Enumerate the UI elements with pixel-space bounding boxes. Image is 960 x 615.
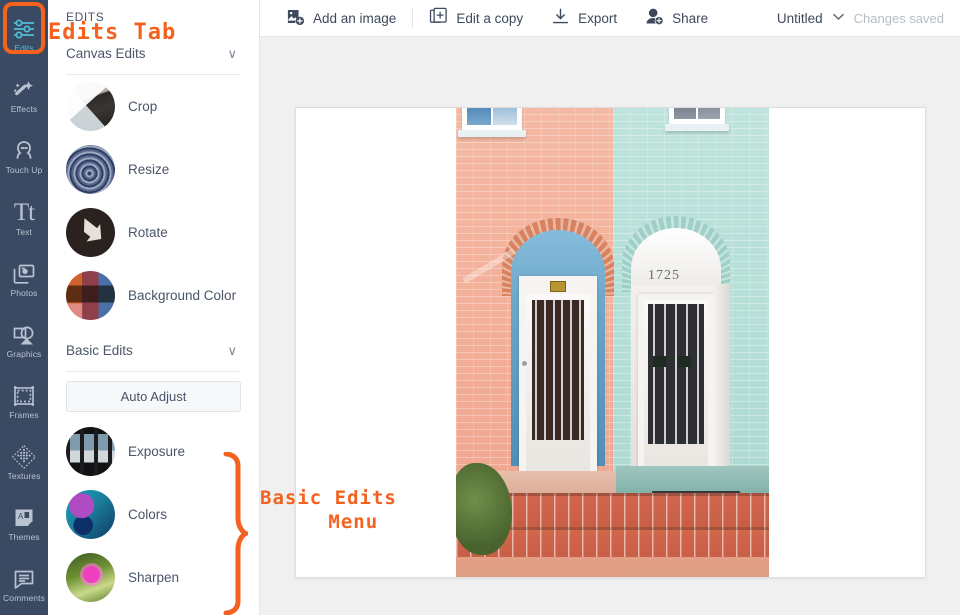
photo-door-bars-left [532, 300, 584, 440]
graphics-icon [11, 322, 37, 348]
rail-item-graphics[interactable]: Graphics [0, 309, 48, 370]
edit-label-sharpen: Sharpen [128, 570, 180, 585]
exposure-thumb [66, 427, 115, 476]
edit-label-rotate: Rotate [128, 225, 168, 240]
photo-door-glass-panel-b [678, 356, 691, 367]
photo-door-plaque-left [550, 281, 566, 292]
svg-text:A: A [18, 512, 24, 521]
edit-item-colors[interactable]: Colors [48, 483, 259, 546]
auto-adjust-button[interactable]: Auto Adjust [66, 381, 241, 412]
rail-item-textures[interactable]: Textures [0, 432, 48, 493]
resize-thumb [66, 145, 115, 194]
rail-label-effects: Effects [10, 104, 38, 115]
rail-label-frames: Frames [9, 409, 39, 420]
rail-label-photos: Photos [10, 287, 38, 298]
rail-label-comments: Comments [3, 593, 45, 604]
rail-item-comments[interactable]: Comments [0, 554, 48, 615]
crop-thumb [66, 82, 115, 131]
photo-editor-app: Edits Effects Touch Up Tt Text Photos Gr… [0, 0, 960, 615]
edit-item-background-color[interactable]: Background Color [48, 264, 259, 327]
section-header-basic-edits[interactable]: Basic Edits ∨ [48, 335, 259, 365]
rail-label-graphics: Graphics [6, 348, 42, 359]
rail-label-themes: Themes [8, 532, 40, 543]
face-icon [11, 138, 37, 164]
top-toolbar: Add an image Edit a copy Export Share Un… [260, 0, 960, 37]
photo-ground [456, 557, 769, 577]
rail-item-frames[interactable]: Frames [0, 371, 48, 432]
add-an-image-label: Add an image [313, 10, 397, 26]
text-tt-icon: Tt [13, 198, 35, 226]
sliders-icon [11, 16, 37, 42]
rail-label-edits: Edits [14, 43, 34, 54]
rotate-arrow-glyph [83, 217, 101, 242]
background-color-thumb [66, 271, 115, 320]
share-label: Share [672, 10, 709, 26]
left-tool-rail: Edits Effects Touch Up Tt Text Photos Gr… [0, 0, 48, 615]
document-title[interactable]: Untitled [777, 11, 823, 26]
copy-plus-icon [429, 7, 448, 29]
add-image-icon [286, 7, 305, 29]
share-button[interactable]: Share [631, 0, 722, 37]
rail-item-text[interactable]: Tt Text [0, 187, 48, 248]
edit-item-exposure[interactable]: Exposure [48, 420, 259, 483]
edit-label-background-color: Background Color [128, 288, 237, 303]
export-label: Export [578, 10, 618, 26]
download-icon [551, 7, 570, 29]
edit-label-exposure: Exposure [128, 444, 186, 459]
photo-door-number: 1725 [648, 268, 680, 283]
section-label-canvas-edits: Canvas Edits [66, 45, 146, 61]
photo-pillar-right [714, 284, 730, 474]
section-label-basic-edits: Basic Edits [66, 342, 133, 358]
photo-door-glass-panel-a [653, 356, 666, 367]
rail-label-textures: Textures [7, 470, 41, 481]
colors-thumb [66, 490, 115, 539]
photo-window-right [669, 108, 725, 124]
toolbar-right-group: Untitled Changes saved [777, 11, 960, 26]
chevron-down-icon: ∨ [227, 45, 237, 61]
edit-item-crop[interactable]: Crop [48, 75, 259, 138]
themes-icon: A [11, 505, 37, 531]
rotate-thumb [66, 208, 115, 257]
rail-item-photos[interactable]: Photos [0, 248, 48, 309]
canvas-photo[interactable]: 1725 [456, 108, 769, 577]
edit-item-sharpen[interactable]: Sharpen [48, 546, 259, 609]
edits-panel: EDITS Canvas Edits ∨ Crop Resize Rotate [48, 0, 260, 615]
window-glass-left [467, 108, 517, 125]
edit-a-copy-button[interactable]: Edit a copy [415, 0, 537, 37]
edit-label-colors: Colors [128, 507, 168, 522]
photo-window-left [462, 108, 522, 130]
photo-window-sill-left [458, 130, 526, 137]
edit-a-copy-label: Edit a copy [456, 10, 524, 26]
photo-door-knob-left [522, 361, 527, 366]
share-person-icon [645, 7, 664, 29]
edit-label-crop: Crop [128, 99, 158, 114]
textures-icon [11, 444, 37, 470]
add-an-image-button[interactable]: Add an image [272, 0, 410, 37]
rail-label-text: Text [16, 226, 32, 237]
annotation-label-edits-tab: Edits Tab [48, 20, 177, 45]
chevron-down-icon-basic: ∨ [227, 342, 237, 358]
magic-wand-icon [11, 77, 37, 103]
photo-window-sill-right [665, 124, 729, 131]
edit-item-rotate[interactable]: Rotate [48, 201, 259, 264]
toolbar-separator [412, 8, 414, 28]
edit-label-resize: Resize [128, 162, 170, 177]
edit-item-resize[interactable]: Resize [48, 138, 259, 201]
annotation-label-basic-edits-menu: Basic Edits Menu [260, 487, 397, 533]
section-divider-basic [66, 371, 241, 372]
save-status-text: Changes saved [853, 10, 944, 26]
rail-item-edits[interactable]: Edits [0, 4, 48, 65]
photos-icon [11, 261, 37, 287]
photo-door-bars-right [648, 304, 704, 444]
frames-icon [11, 383, 37, 409]
rail-item-touch-up[interactable]: Touch Up [0, 126, 48, 187]
window-glass-right [674, 108, 720, 119]
export-button[interactable]: Export [537, 0, 631, 37]
comment-icon [11, 566, 37, 592]
chevron-down-icon-document[interactable] [832, 12, 844, 24]
sharpen-thumb [66, 553, 115, 602]
rail-item-themes[interactable]: A Themes [0, 493, 48, 554]
rail-item-effects[interactable]: Effects [0, 65, 48, 126]
rail-label-touch-up: Touch Up [5, 165, 43, 176]
